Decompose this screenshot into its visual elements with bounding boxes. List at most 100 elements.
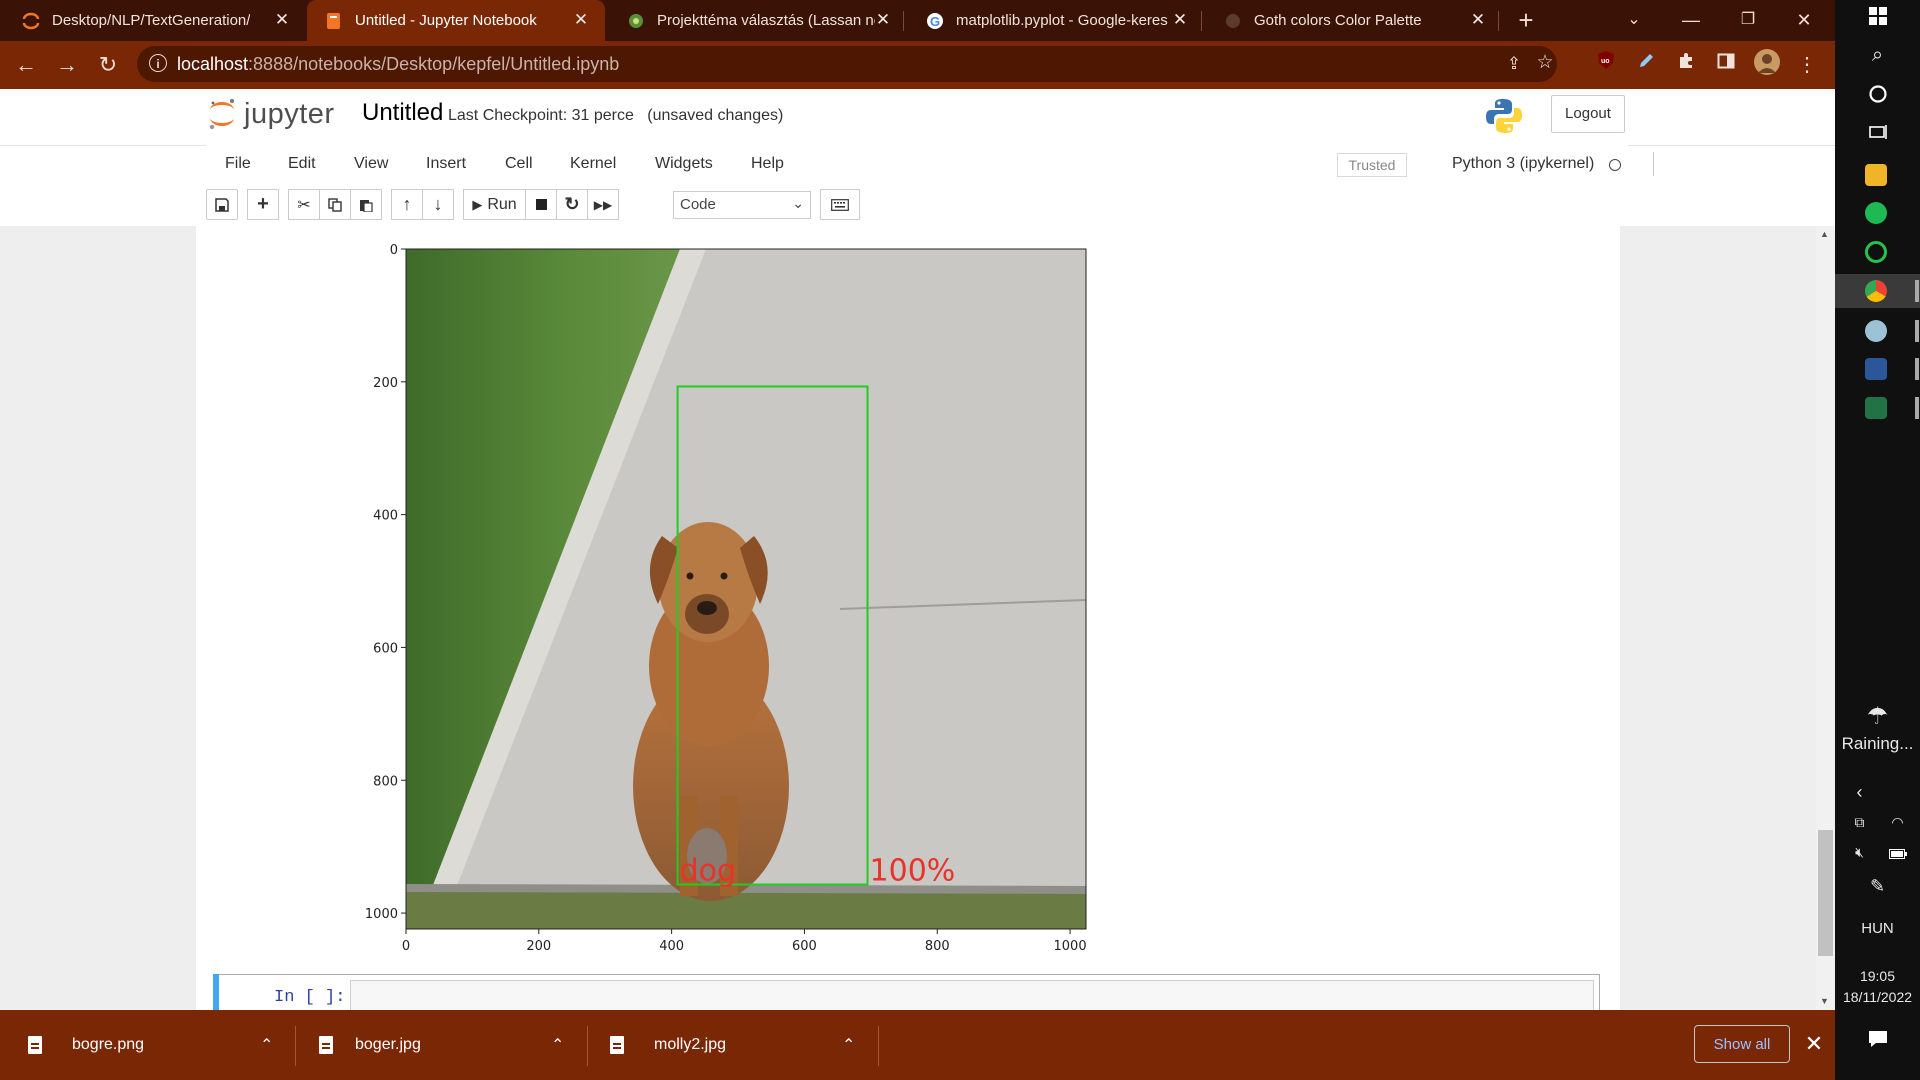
close-tab-icon[interactable]: ✕	[571, 10, 591, 30]
tab-matplotlib[interactable]: G matplotlib.pyplot - Google-keres ✕	[904, 0, 1200, 41]
dog-figure	[633, 522, 789, 901]
reload-icon[interactable]: ↻	[92, 49, 124, 81]
tab-untitled-notebook[interactable]: Untitled - Jupyter Notebook ✕	[307, 0, 605, 41]
tab-search-icon[interactable]: ⌄	[1618, 4, 1650, 36]
wifi-icon[interactable]: ◠	[1855, 814, 1920, 831]
file-icon	[610, 1036, 624, 1054]
language-indicator[interactable]: HUN	[1835, 920, 1920, 937]
forward-icon[interactable]: →	[51, 49, 83, 81]
cell-type-select[interactable]: Code ⌄	[673, 191, 811, 219]
notifications-icon[interactable]	[1835, 1030, 1920, 1053]
search-icon[interactable]: ⌕	[1835, 44, 1920, 67]
app-bird-icon[interactable]	[1865, 320, 1887, 342]
copy-icon	[328, 197, 342, 212]
run-button[interactable]: ▶ Run	[463, 189, 526, 220]
pen-extension-icon[interactable]	[1630, 49, 1662, 81]
save-button[interactable]	[206, 189, 238, 220]
minimize-icon[interactable]: —	[1675, 4, 1707, 36]
restart-button[interactable]: ↻	[556, 189, 588, 220]
cell-input-editor[interactable]	[350, 980, 1594, 1011]
unsaved-changes-text: (unsaved changes)	[647, 107, 784, 124]
notebook-name[interactable]: Untitled	[362, 99, 443, 127]
running-indicator	[1915, 280, 1919, 302]
bookmark-star-icon[interactable]: ☆	[1529, 47, 1561, 79]
command-palette-button[interactable]	[820, 189, 860, 220]
menu-widgets[interactable]: Widgets	[655, 155, 713, 173]
move-up-button[interactable]: ↑	[391, 189, 423, 220]
copy-button[interactable]	[319, 189, 351, 220]
interrupt-button[interactable]	[525, 189, 557, 220]
menu-view[interactable]: View	[354, 155, 388, 173]
site-info-icon[interactable]: i	[149, 54, 167, 72]
weather-icon[interactable]: ☂	[1835, 702, 1920, 731]
keyboard-icon	[831, 198, 849, 211]
trusted-indicator[interactable]: Trusted	[1337, 153, 1407, 177]
chevron-left-icon[interactable]: ‹	[1817, 782, 1902, 803]
menu-file[interactable]: File	[225, 155, 251, 173]
chevron-up-icon[interactable]: ⌃	[551, 1035, 564, 1055]
move-down-button[interactable]: ↓	[422, 189, 454, 220]
paste-button[interactable]	[350, 189, 382, 220]
extensions-puzzle-icon[interactable]	[1670, 49, 1702, 81]
close-window-icon[interactable]: ✕	[1788, 4, 1820, 36]
close-tab-icon[interactable]: ✕	[272, 10, 292, 30]
close-tab-icon[interactable]: ✕	[1170, 10, 1190, 30]
close-tab-icon[interactable]: ✕	[1468, 10, 1488, 30]
show-all-downloads-button[interactable]: Show all	[1694, 1025, 1790, 1063]
download-item[interactable]: boger.jpg ⌃	[319, 1010, 569, 1080]
insert-cell-button[interactable]: +	[247, 189, 279, 220]
download-item[interactable]: molly2.jpg ⌃	[610, 1010, 860, 1080]
profile-avatar[interactable]	[1751, 49, 1783, 81]
cut-button[interactable]: ✂	[288, 189, 320, 220]
tab-goth-colors[interactable]: Goth colors Color Palette ✕	[1202, 0, 1498, 41]
pen-icon[interactable]: ✎	[1835, 876, 1920, 897]
svg-text:uo: uo	[1601, 58, 1610, 65]
weather-text[interactable]: Raining...	[1835, 734, 1920, 754]
chevron-up-icon[interactable]: ⌃	[260, 1035, 273, 1055]
close-tab-icon[interactable]: ✕	[873, 10, 893, 30]
download-item[interactable]: bogre.png ⌃	[28, 1010, 278, 1080]
menu-insert[interactable]: Insert	[426, 155, 466, 173]
restart-run-all-button[interactable]: ▶▶	[587, 189, 619, 220]
clock-date[interactable]: 18/11/2022	[1835, 989, 1920, 1005]
start-button[interactable]	[1835, 6, 1920, 31]
url-path: :8888/notebooks/Desktop/kepfel/Untitled.…	[248, 54, 620, 74]
y-tick-label: 200	[373, 376, 398, 391]
tab-textgeneration[interactable]: Desktop/NLP/TextGeneration/ ✕	[0, 0, 302, 41]
back-icon[interactable]: ←	[10, 49, 42, 81]
app-ring-icon[interactable]	[1865, 241, 1887, 263]
spotify-icon[interactable]	[1865, 202, 1887, 224]
menu-edit[interactable]: Edit	[288, 155, 316, 173]
word-icon[interactable]	[1865, 358, 1887, 380]
puzzle-icon	[627, 12, 645, 30]
menu-kernel[interactable]: Kernel	[570, 155, 616, 173]
menu-cell[interactable]: Cell	[505, 155, 533, 173]
menu-help[interactable]: Help	[751, 155, 784, 173]
scroll-up-icon[interactable]: ▲	[1820, 229, 1829, 239]
share-icon[interactable]: ⇪	[1498, 48, 1530, 80]
chrome-icon[interactable]	[1865, 280, 1887, 302]
kebab-menu-icon[interactable]: ⋮	[1791, 49, 1823, 81]
close-download-bar-icon[interactable]: ✕	[1800, 1030, 1828, 1058]
tab-projekttema[interactable]: Projekttéma választás (Lassan ne ✕	[605, 0, 903, 41]
checkpoint-status: Last Checkpoint: 31 perce (unsaved chang…	[448, 107, 783, 125]
excel-icon[interactable]	[1865, 397, 1887, 419]
url-text[interactable]: localhost:8888/notebooks/Desktop/kepfel/…	[177, 54, 619, 75]
tab-title: Goth colors Color Palette	[1254, 12, 1422, 29]
file-explorer-icon[interactable]	[1865, 164, 1887, 186]
address-bar[interactable]: i localhost:8888/notebooks/Desktop/kepfe…	[137, 46, 1557, 82]
cortana-icon[interactable]	[1835, 84, 1920, 109]
file-icon	[28, 1036, 42, 1054]
scroll-down-icon[interactable]: ▼	[1820, 996, 1829, 1006]
jupyter-logo[interactable]: jupyter	[208, 97, 335, 131]
battery-icon[interactable]	[1855, 846, 1920, 864]
side-panel-icon[interactable]	[1710, 49, 1742, 81]
new-tab-icon[interactable]: +	[1510, 4, 1542, 36]
logout-button[interactable]: Logout	[1551, 95, 1625, 133]
ublock-extension-icon[interactable]: uo	[1590, 49, 1622, 81]
restart-icon: ↻	[564, 194, 580, 214]
chevron-up-icon[interactable]: ⌃	[842, 1035, 855, 1055]
clock-time[interactable]: 19:05	[1835, 968, 1920, 984]
restore-icon[interactable]: ❐	[1732, 4, 1764, 36]
task-view-icon[interactable]	[1835, 122, 1920, 147]
